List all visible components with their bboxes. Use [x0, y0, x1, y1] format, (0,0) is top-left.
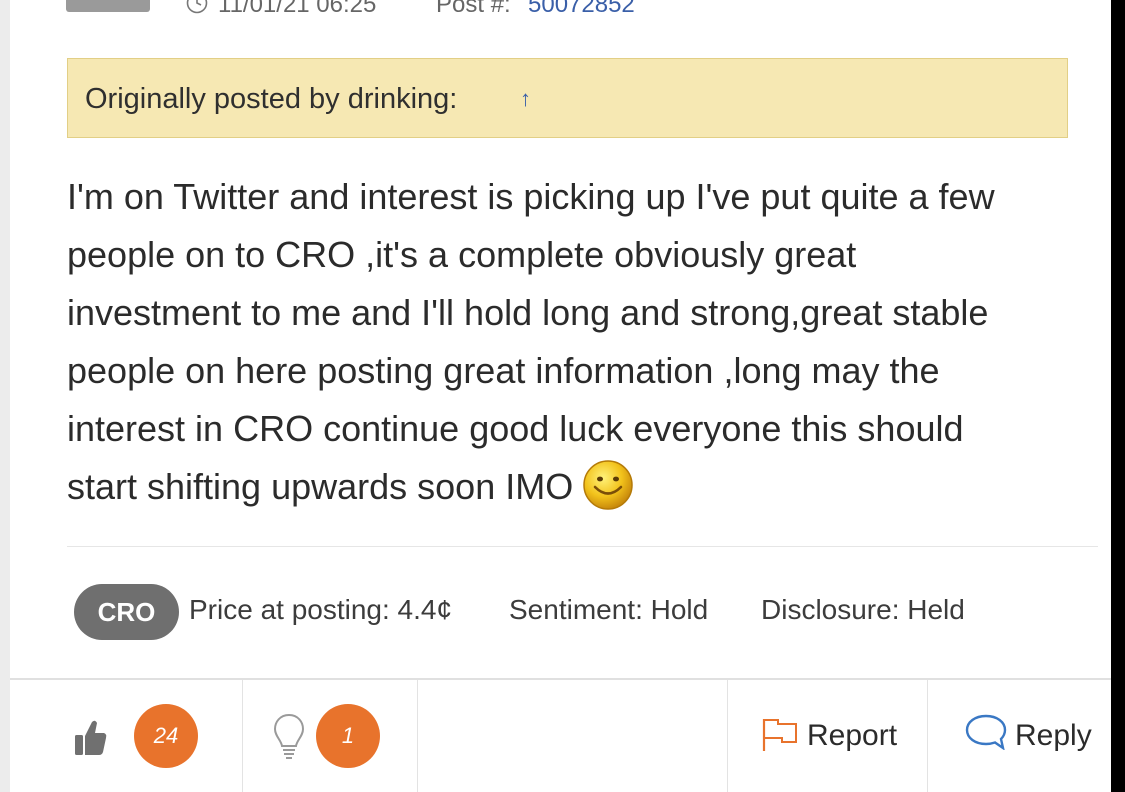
- idea-count-badge[interactable]: 1: [316, 704, 380, 768]
- like-count-badge[interactable]: 24: [134, 704, 198, 768]
- thumbs-up-icon[interactable]: [74, 718, 108, 758]
- quote-box: Originally posted by drinking: ↑: [67, 58, 1068, 138]
- avatar[interactable]: [66, 0, 150, 12]
- right-edge: [1111, 0, 1125, 792]
- action-separator: [242, 680, 243, 792]
- ticker-tag[interactable]: CRO: [74, 584, 179, 640]
- sentiment: Sentiment: Hold: [509, 594, 709, 625]
- reply-button[interactable]: Reply: [1015, 719, 1092, 753]
- post-body-line: interest in CRO continue good luck every…: [67, 408, 964, 449]
- clock-icon: [186, 0, 208, 14]
- reply-bubble-icon[interactable]: [965, 714, 1007, 750]
- action-separator: [927, 680, 928, 792]
- quote-jump-arrow-icon[interactable]: ↑: [520, 86, 531, 112]
- post-body-line: people on to CRO ,it's a complete obviou…: [67, 234, 857, 275]
- post-number-label: Post #:: [436, 0, 511, 18]
- report-flag-icon[interactable]: [762, 718, 798, 752]
- divider: [67, 546, 1098, 547]
- lightbulb-icon[interactable]: [272, 712, 306, 760]
- smiley-icon: [583, 460, 633, 511]
- post-number-link[interactable]: 50072852: [528, 0, 635, 19]
- quote-attribution: Originally posted by drinking:: [85, 83, 458, 115]
- action-separator: [727, 680, 728, 792]
- post-body-line: I'm on Twitter and interest is picking u…: [67, 176, 995, 217]
- post-body-line: start shifting upwards soon IMO: [67, 466, 574, 507]
- left-edge: [0, 0, 10, 792]
- disclosure: Disclosure: Held: [761, 594, 965, 625]
- post-body-line: investment to me and I'll hold long and …: [67, 292, 989, 333]
- action-separator: [417, 680, 418, 792]
- post-header: 11/01/21 06:25 Post #: 50072852: [0, 0, 1110, 40]
- post-body-line: people on here posting great information…: [67, 350, 940, 391]
- action-bar: 24 1 Report Reply: [10, 680, 1111, 792]
- post-timestamp: 11/01/21 06:25: [218, 0, 377, 18]
- price-at-posting: Price at posting: 4.4¢: [189, 594, 453, 625]
- post-body: I'm on Twitter and interest is picking u…: [67, 168, 1082, 516]
- post-body-last-line: start shifting upwards soon IMO: [67, 458, 1082, 516]
- report-button[interactable]: Report: [807, 719, 897, 753]
